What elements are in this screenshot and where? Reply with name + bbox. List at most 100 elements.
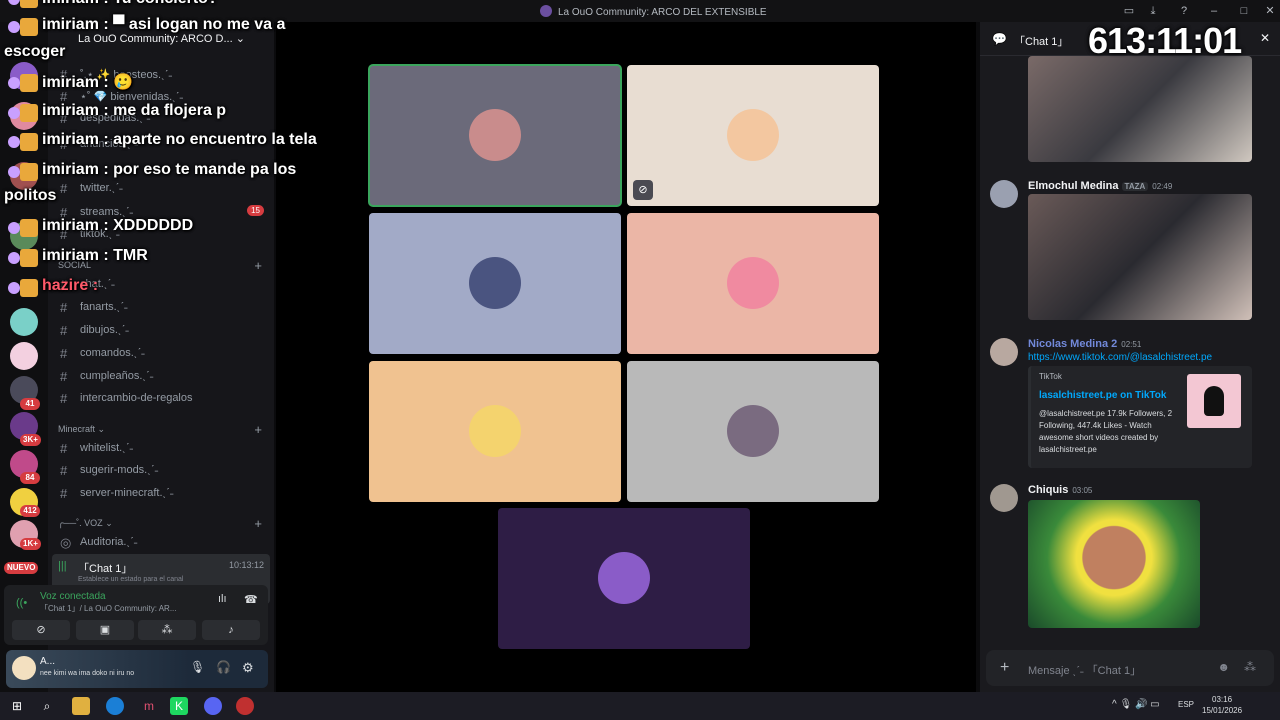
hash-icon: # xyxy=(60,181,68,196)
channel-twitter[interactable]: # twitter.ˎˊ˗ xyxy=(54,178,268,198)
channel-comandos[interactable]: # comandos.ˎˊ˗ xyxy=(54,343,268,363)
channel-whitelist[interactable]: # whitelist.ˎˊ˗ xyxy=(54,438,268,458)
window-title: La OuO Community: ARCO DEL EXTENSIBLE xyxy=(540,5,767,18)
message-input[interactable]: + Mensaje ˎˊ˗ 「Chat 1」 ☻ ⁂ xyxy=(986,650,1274,686)
camera-off-button[interactable]: ⊘ xyxy=(12,620,70,640)
hash-icon: # xyxy=(60,346,68,361)
close-icon[interactable]: ✕ xyxy=(1260,31,1270,45)
participant-tile[interactable] xyxy=(498,508,750,649)
soundboard-button[interactable]: ♪ xyxy=(202,620,260,640)
channel-cumpleanos[interactable]: # cumpleaños.ˎˊ˗ xyxy=(54,366,268,386)
hash-icon: # xyxy=(60,205,68,220)
participant-tile[interactable]: ⊘ xyxy=(627,65,879,206)
image-attachment[interactable] xyxy=(1028,56,1252,162)
server-icon[interactable] xyxy=(10,342,38,370)
category-voz[interactable]: ╭──˚. VOZ ⌄ xyxy=(58,518,113,529)
participant-avatar xyxy=(469,405,521,457)
kick-icon[interactable]: K xyxy=(170,697,188,715)
headphones-icon[interactable]: 🎧 xyxy=(216,660,231,674)
participant-tile[interactable] xyxy=(368,64,622,207)
hash-icon: # xyxy=(60,227,68,242)
channel-tiktok[interactable]: # tiktok.ˎˊ˗ xyxy=(54,224,268,244)
add-attachment-icon[interactable]: + xyxy=(1000,659,1009,677)
maximize-button[interactable]: □ xyxy=(1236,3,1252,19)
apps-icon[interactable]: ⁂ xyxy=(1244,660,1256,674)
voice-icon: ||| xyxy=(58,560,67,572)
image-attachment[interactable] xyxy=(1028,194,1252,320)
channel-sugerir-mods[interactable]: # sugerir-mods.ˎˊ˗ xyxy=(54,460,268,480)
message-author[interactable]: Nicolas Medina 2 02:51 xyxy=(1028,338,1141,350)
windows-start-icon[interactable]: ⊞ xyxy=(8,697,26,715)
disconnect-icon[interactable]: ☎ xyxy=(244,593,258,606)
user-panel: A... nee kimi wa ima doko ni iru no 🎙 🎧 … xyxy=(6,650,268,688)
noise-suppression-icon[interactable]: ılı xyxy=(218,593,227,605)
unread-badge: 1K+ xyxy=(20,538,41,550)
server-icon[interactable] xyxy=(10,308,38,336)
avatar[interactable] xyxy=(990,180,1018,208)
server-icon[interactable] xyxy=(10,162,38,190)
unread-badge: 3K+ xyxy=(20,434,41,446)
channel-server-minecraft[interactable]: # server-minecraft.ˎˊ˗ xyxy=(54,483,268,503)
avatar[interactable] xyxy=(990,338,1018,366)
taskbar: ⊞ ⌕ m K ^ 🎙 🔊 ▭ ESP 03:16 15/01/2026 xyxy=(0,692,1280,720)
microphone-icon[interactable]: 🎙 xyxy=(190,660,205,674)
hash-icon: # xyxy=(60,323,68,338)
channel-boosteos[interactable]: # ˚.⋆ ✨ boosteos.ˎˊ˗ xyxy=(54,64,268,84)
discord-icon[interactable] xyxy=(204,697,222,715)
participant-avatar xyxy=(469,109,521,161)
hash-icon: # xyxy=(60,463,68,478)
channel-dibujos[interactable]: # dibujos.ˎˊ˗ xyxy=(54,320,268,340)
server-icon[interactable] xyxy=(10,222,38,250)
add-channel-icon[interactable]: + xyxy=(254,422,262,437)
channel-anuncios[interactable]: # anuncios.ˎˊ˗ xyxy=(54,134,268,154)
unread-badge: 41 xyxy=(20,398,40,410)
search-icon[interactable]: ⌕ xyxy=(38,697,56,715)
avatar[interactable] xyxy=(12,656,36,680)
server-icon[interactable] xyxy=(10,102,38,130)
hash-icon: # xyxy=(60,111,68,126)
category-social[interactable]: SOCIAL xyxy=(58,260,91,270)
message-link[interactable]: https://www.tiktok.com/@lasalchistreet.p… xyxy=(1028,352,1212,363)
channel-chat[interactable]: # chat.ˎˊ˗ xyxy=(54,274,268,294)
message-author[interactable]: Elmochul Medina TAZA 02:49 xyxy=(1028,180,1172,192)
server-icon[interactable] xyxy=(10,62,38,90)
add-channel-icon[interactable]: + xyxy=(254,516,262,531)
participant-tile[interactable] xyxy=(627,213,879,354)
channel-intercambio[interactable]: # intercambio-de-regalos xyxy=(54,388,268,408)
settings-icon[interactable]: ⚙ xyxy=(242,660,254,676)
inbox-icon[interactable]: ▭ xyxy=(1121,3,1137,19)
hash-icon: # xyxy=(60,486,68,501)
category-minecraft[interactable]: Minecraft ⌄ xyxy=(58,424,105,435)
help-icon[interactable]: ? xyxy=(1176,3,1192,19)
app-icon[interactable]: m xyxy=(140,697,158,715)
minimize-button[interactable]: – xyxy=(1206,3,1222,19)
mention-badge: 15 xyxy=(247,205,264,216)
file-explorer-icon[interactable] xyxy=(72,697,90,715)
system-tray-icons[interactable]: ^ 🎙 🔊 ▭ xyxy=(1112,699,1160,710)
channel-auditoria[interactable]: ◎ Auditoria.ˎˊ˗ xyxy=(54,532,268,552)
channel-streams[interactable]: # streams.ˎˊ˗ 15 xyxy=(54,202,268,222)
edge-icon[interactable] xyxy=(106,697,124,715)
emoji-icon[interactable]: ☻ xyxy=(1217,660,1230,674)
channel-bienvenidas[interactable]: # ⋆˚ 💎 bienvenidas.ˎˊ˗ xyxy=(54,86,268,106)
participant-tile[interactable] xyxy=(627,361,879,502)
hash-icon: # xyxy=(60,67,68,82)
avatar[interactable] xyxy=(990,484,1018,512)
message-author[interactable]: Chiquis 03:05 xyxy=(1028,484,1092,496)
channel-despedidas[interactable]: # despedidas.ˎˊ˗ xyxy=(54,108,268,128)
screen-share-button[interactable]: ▣ xyxy=(76,620,134,640)
participant-tile[interactable] xyxy=(369,361,621,502)
title-bar: La OuO Community: ARCO DEL EXTENSIBLE ▭ … xyxy=(0,0,1280,22)
voice-actions: ⊘ ▣ ⁂ ♪ xyxy=(10,620,268,644)
download-icon[interactable]: ⤓ xyxy=(1145,3,1161,19)
activities-button[interactable]: ⁂ xyxy=(138,620,196,640)
close-button[interactable]: ✕ xyxy=(1262,3,1278,19)
server-name[interactable]: La OuO Community: ARCO D... ⌄ xyxy=(48,26,274,50)
participant-tile[interactable] xyxy=(369,213,621,354)
add-channel-icon[interactable]: + xyxy=(254,258,262,273)
channel-fanarts[interactable]: # fanarts.ˎˊ˗ xyxy=(54,297,268,317)
obs-icon[interactable] xyxy=(236,697,254,715)
image-attachment[interactable] xyxy=(1028,500,1200,628)
embed-thumbnail[interactable] xyxy=(1187,374,1241,428)
participant-avatar xyxy=(469,257,521,309)
